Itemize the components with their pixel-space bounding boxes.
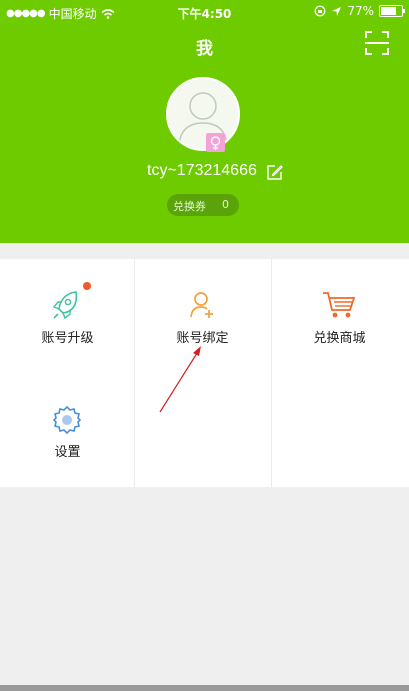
status-bar: ●●●●● 中国移动 下午4:50 77% xyxy=(0,0,409,24)
menu-item-label: 兑换商城 xyxy=(313,331,366,346)
avatar[interactable] xyxy=(166,77,240,151)
username: tcy~173214666 xyxy=(147,162,257,179)
shopping-cart-icon xyxy=(323,292,356,318)
menu-item-account-upgrade[interactable]: 账号升级 xyxy=(0,259,135,373)
coupon-badge[interactable]: 兑换券 0 xyxy=(167,194,239,216)
gender-badge-icon xyxy=(206,133,225,152)
add-user-icon xyxy=(190,292,213,318)
menu-item-settings[interactable]: 设置 xyxy=(0,373,135,487)
default-avatar-icon xyxy=(178,92,228,146)
rocket-icon xyxy=(52,291,78,320)
bottom-edge xyxy=(0,685,409,691)
page-title: 我 xyxy=(196,39,213,59)
edit-icon[interactable] xyxy=(266,164,283,181)
coupon-label: 兑换券 xyxy=(173,200,206,213)
scan-qr-icon[interactable] xyxy=(364,30,390,56)
gear-icon xyxy=(53,406,81,434)
status-right: 77% xyxy=(314,4,405,18)
battery-percent: 77% xyxy=(347,4,374,18)
menu-item-label: 账号升级 xyxy=(41,331,94,346)
menu-item-label: 设置 xyxy=(54,445,81,460)
coupon-count: 0 xyxy=(222,198,229,211)
location-icon xyxy=(332,6,342,16)
profile-header: ●●●●● 中国移动 下午4:50 77% 我 tcy~173214666 兑换… xyxy=(0,0,409,243)
battery-level xyxy=(381,7,396,15)
menu-item-redeem-store[interactable]: 兑换商城 xyxy=(272,259,407,373)
battery-icon xyxy=(379,5,405,17)
annotation-arrow xyxy=(159,346,201,413)
notification-dot xyxy=(83,282,91,290)
rotation-lock-icon xyxy=(314,5,326,17)
